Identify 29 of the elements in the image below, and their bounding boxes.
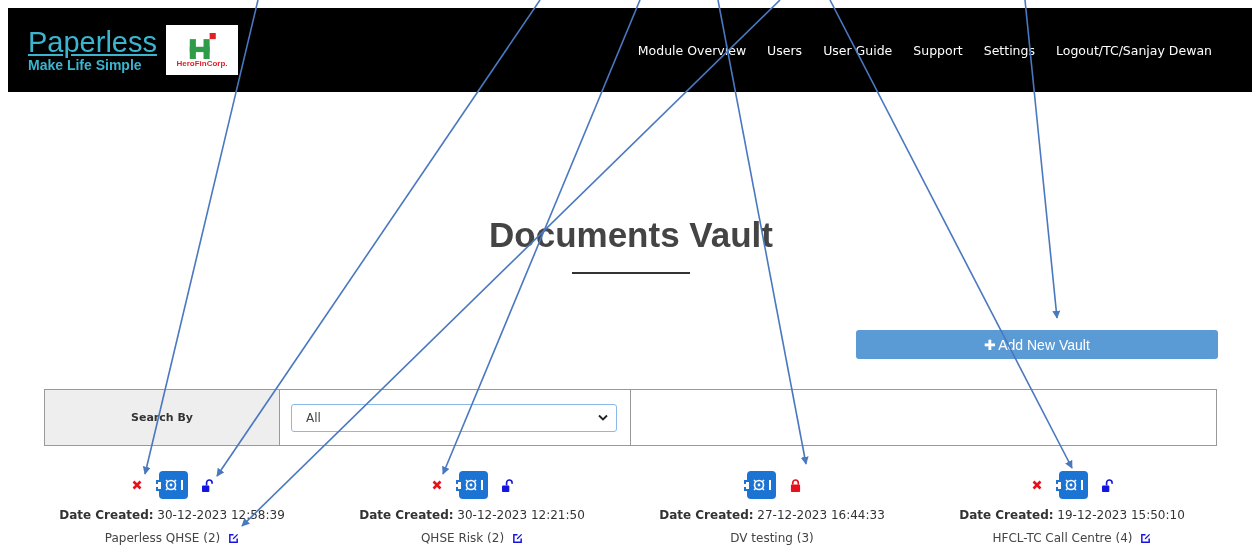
- edit-icon[interactable]: [228, 532, 240, 544]
- date-created: Date Created: 30-12-2023 12:21:50: [359, 508, 585, 522]
- nav-link[interactable]: Users: [767, 42, 803, 58]
- vault-icon[interactable]: [1055, 471, 1088, 499]
- edit-icon[interactable]: [512, 532, 524, 544]
- vault-name[interactable]: HFCL-TC Call Centre (4): [992, 531, 1133, 545]
- nav-link[interactable]: User Guide: [823, 42, 893, 58]
- chevron-icon: [598, 414, 608, 421]
- partner-name: HeroFinCorp.: [176, 58, 228, 68]
- nav-link[interactable]: Logout/TC/Sanjay Dewan: [1056, 42, 1212, 58]
- vault-name[interactable]: Paperless QHSE (2): [104, 531, 221, 545]
- edit-icon[interactable]: [1140, 532, 1152, 544]
- vault-icon[interactable]: [743, 471, 776, 499]
- nav-link[interactable]: Support: [913, 42, 963, 58]
- lock-icon[interactable]: [789, 478, 801, 492]
- delete-icon[interactable]: [431, 480, 442, 490]
- date-created: Date Created: 19-12-2023 15:50:10: [959, 508, 1185, 522]
- search-select[interactable]: All: [291, 403, 617, 432]
- brand-tagline: Make Life Simple: [28, 57, 142, 73]
- unlock-icon[interactable]: [1101, 478, 1113, 492]
- vault-icon[interactable]: [455, 471, 488, 499]
- unlock-icon[interactable]: [501, 478, 513, 492]
- vault-name[interactable]: DV testing (3): [730, 531, 814, 545]
- vault-name[interactable]: QHSE Risk (2): [420, 531, 505, 545]
- vault-icon[interactable]: [155, 471, 188, 499]
- delete-icon[interactable]: [1031, 480, 1042, 490]
- delete-icon[interactable]: [131, 480, 142, 490]
- date-created: Date Created: 27-12-2023 16:44:33: [659, 508, 885, 522]
- unlock-icon[interactable]: [201, 478, 213, 492]
